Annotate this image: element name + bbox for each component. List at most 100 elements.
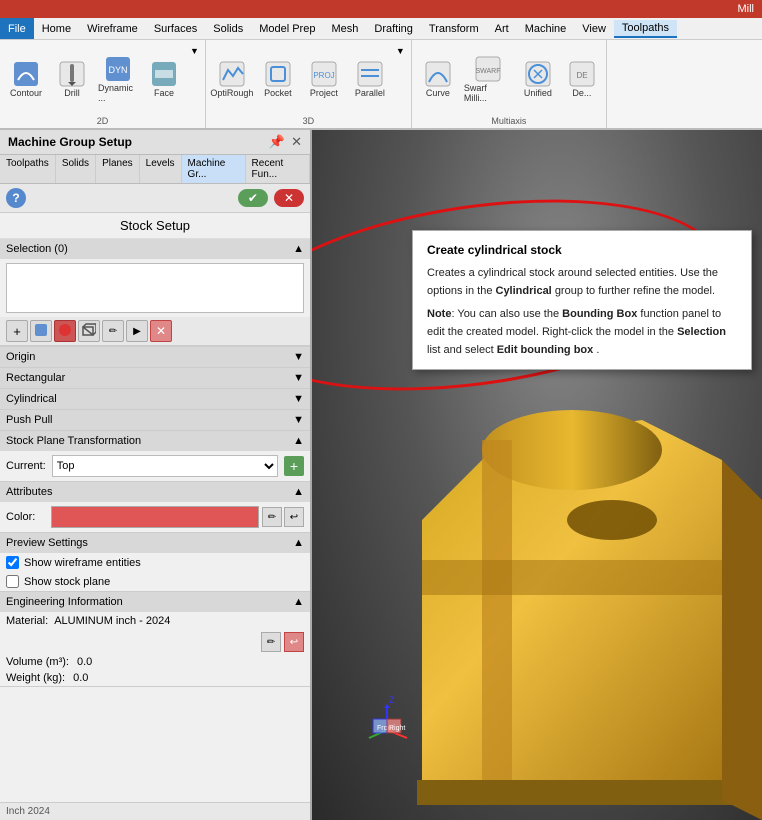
tooltip-popup: Create cylindrical stock Creates a cylin… — [412, 230, 752, 370]
menu-item-home[interactable]: Home — [34, 21, 79, 37]
menu-item-surfaces[interactable]: Surfaces — [146, 21, 205, 37]
ribbon-btn-drill[interactable]: Drill — [50, 57, 94, 101]
rectangular-arrow: ▼ — [293, 372, 304, 384]
menu-item-wireframe[interactable]: Wireframe — [79, 21, 146, 37]
current-select[interactable]: Top — [52, 455, 278, 477]
face-icon — [150, 60, 178, 88]
ribbon-btn-curve[interactable]: Curve — [416, 57, 460, 101]
panel-title-actions: 📌 ✕ — [269, 134, 302, 150]
toolbar-edit-btn[interactable]: ✏ — [102, 320, 124, 342]
toolbar-cylinder-btn[interactable] — [54, 320, 76, 342]
close-button[interactable]: ✕ — [291, 134, 302, 150]
rectangular-header[interactable]: Rectangular ▼ — [0, 368, 310, 388]
color-reset-btn[interactable]: ↩ — [284, 507, 304, 527]
preview-stock-row: Show stock plane — [0, 572, 310, 591]
menu-item-view[interactable]: View — [574, 21, 614, 37]
menu-item-machine[interactable]: Machine — [517, 21, 575, 37]
current-add[interactable]: + — [284, 456, 304, 476]
cancel-button[interactable]: ✕ — [274, 189, 304, 207]
ribbon-btn-contour[interactable]: Contour — [4, 57, 48, 101]
engineering-arrow: ▲ — [293, 596, 304, 608]
menu-item-drafting[interactable]: Drafting — [366, 21, 421, 37]
pushpull-header[interactable]: Push Pull ▼ — [0, 410, 310, 430]
attributes-label: Attributes — [6, 486, 52, 498]
attributes-header[interactable]: Attributes ▲ — [0, 482, 310, 502]
show-wireframe-check[interactable] — [6, 556, 19, 569]
ok-button[interactable]: ✔ — [238, 189, 268, 207]
attributes-arrow: ▲ — [293, 486, 304, 498]
help-icon[interactable]: ? — [6, 188, 26, 208]
preview-header[interactable]: Preview Settings ▲ — [0, 533, 310, 553]
ribbon-btn-dynamic[interactable]: DYN Dynamic ... — [96, 52, 140, 106]
svg-text:Z: Z — [389, 695, 395, 705]
tab-solids[interactable]: Solids — [56, 155, 96, 183]
pushpull-section: Push Pull ▼ — [0, 410, 310, 431]
dynamic-icon: DYN — [104, 55, 132, 83]
tab-planes[interactable]: Planes — [96, 155, 140, 183]
toolbar-add-btn[interactable]: + — [6, 320, 28, 342]
contour-icon — [12, 60, 40, 88]
toolbar-play-btn[interactable]: ▶ — [126, 320, 148, 342]
color-swatch[interactable] — [51, 506, 259, 528]
ribbon-group-2d: Contour Drill DYN Dynamic ... Face ▼ 2D — [0, 40, 206, 128]
ribbon-btn-unified[interactable]: Unified — [516, 57, 560, 101]
menu-bar: File Home Wireframe Surfaces Solids Mode… — [0, 18, 762, 40]
ribbon-btn-swarf[interactable]: SWARF Swarf Milli... — [462, 52, 514, 106]
menu-item-art[interactable]: Art — [487, 21, 517, 37]
ribbon-dropdown-3d[interactable]: ▼ — [394, 44, 407, 58]
show-stock-check[interactable] — [6, 575, 19, 588]
selection-textbox[interactable] — [6, 263, 304, 313]
panel-scroll[interactable]: Selection (0) ▲ + ✏ — [0, 239, 310, 802]
menu-item-solids[interactable]: Solids — [205, 21, 251, 37]
stockplane-header[interactable]: Stock Plane Transformation ▲ — [0, 431, 310, 451]
pocket-icon — [264, 60, 292, 88]
drill-icon — [58, 60, 86, 88]
toolbar-box-btn[interactable] — [78, 320, 100, 342]
engineering-header[interactable]: Engineering Information ▲ — [0, 592, 310, 612]
material-reset-btn[interactable]: ↩ — [284, 632, 304, 652]
cylindrical-label: Cylindrical — [6, 393, 57, 405]
preview-wireframe-row: Show wireframe entities — [0, 553, 310, 572]
color-edit-btn[interactable]: ✏ — [262, 507, 282, 527]
ribbon-btn-optirough[interactable]: OptiRough — [210, 57, 254, 101]
ribbon-btn-parallel[interactable]: Parallel — [348, 57, 392, 101]
ribbon-btn-de[interactable]: DE De... — [562, 57, 602, 101]
selection-label: Selection (0) — [6, 243, 68, 255]
menu-item-mesh[interactable]: Mesh — [323, 21, 366, 37]
viewport[interactable]: Create cylindrical stock Creates a cylin… — [312, 130, 762, 820]
preview-section: Preview Settings ▲ Show wireframe entiti… — [0, 533, 310, 592]
ribbon: Contour Drill DYN Dynamic ... Face ▼ 2D … — [0, 40, 762, 130]
ribbon-btn-face[interactable]: Face — [142, 57, 186, 101]
pin-button[interactable]: 📌 — [269, 134, 285, 150]
toolbar-delete-btn[interactable]: ✕ — [150, 320, 172, 342]
menu-item-file[interactable]: File — [0, 18, 34, 39]
current-label: Current: — [6, 460, 46, 472]
material-label: Material: — [6, 615, 48, 627]
svg-text:PROJ: PROJ — [313, 71, 334, 80]
tab-levels[interactable]: Levels — [140, 155, 182, 183]
tab-machine-gr[interactable]: Machine Gr... — [182, 155, 246, 183]
ribbon-group-2d-title: 2D — [4, 114, 201, 126]
tooltip-note-label: Note — [427, 308, 451, 320]
ribbon-dropdown-2d[interactable]: ▼ — [188, 44, 201, 58]
axis-svg: Z Front Right — [352, 695, 422, 765]
menu-item-modelprep[interactable]: Model Prep — [251, 21, 323, 37]
material-edit-btn[interactable]: ✏ — [261, 632, 281, 652]
tab-recent-fun[interactable]: Recent Fun... — [246, 155, 310, 183]
tooltip-body: Creates a cylindrical stock around selec… — [427, 265, 737, 300]
menu-item-toolpaths[interactable]: Toolpaths — [614, 20, 677, 38]
tooltip-note-bold2: Selection — [677, 326, 726, 338]
cylindrical-header[interactable]: Cylindrical ▼ — [0, 389, 310, 409]
parallel-icon — [356, 60, 384, 88]
menu-item-transform[interactable]: Transform — [421, 21, 487, 37]
tabs-bar: Toolpaths Solids Planes Levels Machine G… — [0, 155, 310, 184]
selection-header[interactable]: Selection (0) ▲ — [0, 239, 310, 259]
origin-header[interactable]: Origin ▼ — [0, 347, 310, 367]
ribbon-btn-pocket[interactable]: Pocket — [256, 57, 300, 101]
toolbar-solid-btn[interactable] — [30, 320, 52, 342]
tab-toolpaths[interactable]: Toolpaths — [0, 155, 56, 183]
preview-label: Preview Settings — [6, 537, 88, 549]
main-content: Machine Group Setup 📌 ✕ Toolpaths Solids… — [0, 130, 762, 820]
curve-icon — [424, 60, 452, 88]
ribbon-btn-project[interactable]: PROJ Project — [302, 57, 346, 101]
